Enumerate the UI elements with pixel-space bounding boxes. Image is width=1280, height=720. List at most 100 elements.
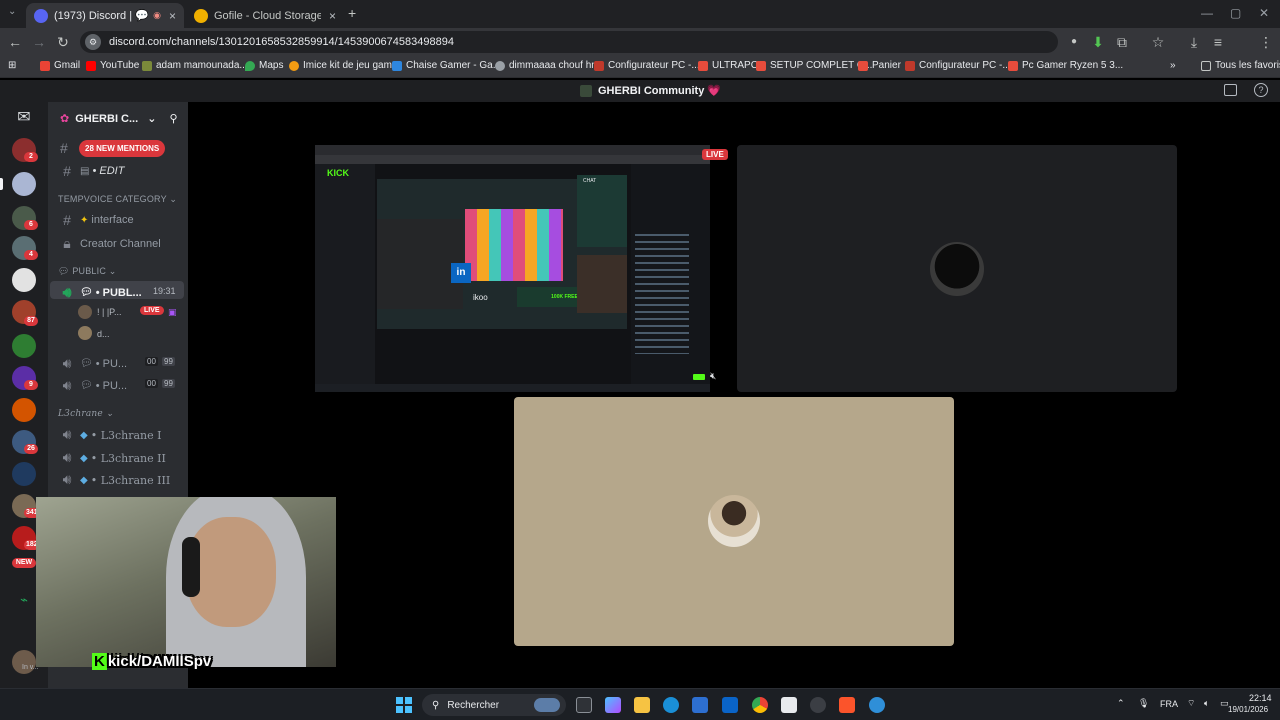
mail-icon[interactable]	[722, 697, 738, 713]
apps-grid-icon[interactable]: ⊞	[8, 60, 16, 71]
tab-title: (1973) Discord | 💬 •PUBLI…	[54, 10, 149, 22]
member-name[interactable]: ! | |P...	[97, 307, 122, 317]
reading-list-icon[interactable]: ≡	[1210, 34, 1226, 50]
chrome-icon[interactable]	[752, 697, 768, 713]
tab-list-chevron-icon[interactable]: ⌄	[8, 6, 16, 17]
server-icon[interactable]	[12, 398, 36, 422]
channel-interface[interactable]: # ✦ interface	[60, 212, 134, 228]
discord-title-bar: GHERBI Community 💗 ?	[0, 80, 1280, 102]
all-bookmarks[interactable]: Tous les favoris	[1201, 60, 1280, 71]
bookmark-dimmaaaa[interactable]: dimmaaaa chouf hna	[495, 60, 602, 71]
download-arrow-icon[interactable]: ⬇	[1090, 34, 1106, 50]
clock-date[interactable]: 19/01/2026	[1228, 705, 1268, 714]
menu-kebab-icon[interactable]: ⋮	[1258, 34, 1274, 50]
bookmark-configurateur-2[interactable]: Configurateur PC -...	[905, 60, 1011, 71]
app-icon[interactable]	[810, 697, 826, 713]
bookmark-youtube[interactable]: YouTube	[86, 60, 139, 71]
screen-share-tile[interactable]: KICK in ikoo 100K FREESPINS CHAT	[315, 145, 710, 392]
new-tab-button[interactable]: +	[348, 5, 356, 21]
speech-bubble-icon: 💬︎	[80, 380, 93, 391]
discord-home-icon[interactable]: ✉	[12, 106, 36, 130]
stream-preview-icon[interactable]: ▣	[168, 307, 177, 318]
bookmark-chaise[interactable]: Chaise Gamer - Ga...	[392, 60, 501, 71]
store-icon[interactable]	[692, 697, 708, 713]
taskbar-search[interactable]: ⚲ Rechercher	[422, 694, 566, 716]
speaker-icon[interactable]: 🔈︎	[1204, 698, 1209, 709]
extension-icon[interactable]: ●	[1066, 34, 1082, 50]
category-tempvoice[interactable]: TEMPVOICE CATEGORY ⌄	[58, 194, 177, 205]
member-name[interactable]: d...	[97, 329, 110, 339]
guild-header[interactable]: ✿ GHERBI C... ⌄ ⚲	[60, 112, 178, 125]
channel-public-3[interactable]: 🔊︎ 💬︎ • PU...	[60, 377, 127, 394]
channel-edit[interactable]: # ▤ • EDIT	[60, 163, 124, 179]
forward-icon[interactable]: →	[31, 34, 47, 50]
participant-tile[interactable]	[737, 145, 1177, 392]
close-window-icon[interactable]: ✕	[1259, 6, 1269, 20]
more-bookmarks-chevron-icon[interactable]: »	[1170, 60, 1176, 71]
bookmark-configurateur-1[interactable]: Configurateur PC -...	[594, 60, 700, 71]
speech-bubble-icon: 💬︎	[80, 358, 93, 369]
file-explorer-icon[interactable]	[634, 697, 650, 713]
tab-gofile[interactable]: Gofile - Cloud Storage Made S… ×	[186, 3, 344, 28]
inbox-icon[interactable]	[1224, 84, 1237, 96]
category-l3chrane[interactable]: L3chrane ⌄	[58, 409, 114, 419]
server-icon[interactable]	[12, 172, 36, 196]
channel-creator[interactable]: 🔒︎ Creator Channel	[60, 235, 160, 252]
help-icon[interactable]: ?	[1254, 83, 1268, 97]
channel-public-2[interactable]: 🔊︎ 💬︎ • PU...	[60, 355, 127, 372]
bookmark-setup[interactable]: SETUP COMPLET C...	[756, 60, 872, 71]
address-bar[interactable]: ⚙ discord.com/channels/13012016585328599…	[80, 31, 1058, 53]
bookmark-ultrapc[interactable]: ULTRAPC	[698, 60, 758, 71]
nested-taskbar	[315, 384, 710, 392]
copilot-icon[interactable]	[605, 697, 621, 713]
reload-icon[interactable]: ↻	[55, 34, 71, 50]
wifi-icon[interactable]: ⌔	[1187, 698, 1195, 709]
server-icon[interactable]	[12, 334, 36, 358]
show-hidden-icons-icon[interactable]: ⌃	[1117, 698, 1125, 709]
site-info-icon[interactable]: ⚙	[85, 34, 101, 50]
youtube-icon	[86, 60, 96, 71]
edge-icon[interactable]	[663, 697, 679, 713]
channel-l3chrane-1[interactable]: 🔊︎ ◆ • L3chrane I	[60, 427, 162, 443]
member-avatar[interactable]	[78, 326, 92, 340]
bookmark-imice[interactable]: Imice kit de jeu gam...	[289, 60, 400, 71]
server-icon[interactable]	[12, 268, 36, 292]
nested-address-bar	[315, 155, 710, 164]
participant-tile[interactable]	[514, 397, 954, 646]
rss-icon[interactable]: ⌁	[12, 588, 36, 612]
microphone-icon[interactable]: 🎙︎	[1138, 698, 1149, 709]
bookmark-pc-gamer[interactable]: Pc Gamer Ryzen 5 3...	[1008, 60, 1123, 71]
server-icon[interactable]	[12, 462, 36, 486]
volume-muted-icon[interactable]: 🔇︎	[710, 371, 716, 382]
channel-l3chrane-2[interactable]: 🔊︎ ◆ • L3chrane II	[60, 450, 166, 466]
bookmark-maps[interactable]: Maps	[245, 60, 283, 71]
bookmark-adam[interactable]: adam mamounada...	[142, 60, 248, 71]
terminal-icon[interactable]	[781, 697, 797, 713]
downloads-icon[interactable]: ⤓	[1186, 34, 1202, 50]
kick-chat	[631, 164, 710, 384]
favorites-icon[interactable]: ☆	[1150, 34, 1166, 50]
language-indicator[interactable]: FRA	[1160, 699, 1178, 709]
brave-icon[interactable]	[839, 697, 855, 713]
maximize-icon[interactable]: ▢	[1230, 6, 1241, 20]
channel-l3chrane-3[interactable]: 🔊︎ ◆ • L3chrane III	[60, 472, 171, 488]
close-tab-icon[interactable]: ×	[329, 9, 336, 23]
windows-start-icon[interactable]	[396, 697, 412, 713]
invite-people-icon[interactable]: ⚲	[170, 113, 178, 125]
tab-discord[interactable]: (1973) Discord | 💬 •PUBLI… ◉ ×	[26, 3, 184, 28]
channel-public-active[interactable]: 🔊︎ 💬︎ • PUBL...	[60, 284, 142, 301]
task-view-icon[interactable]	[576, 697, 592, 713]
clock-time[interactable]: 22:14	[1249, 693, 1272, 703]
bookmark-gmail[interactable]: Gmail	[40, 60, 80, 71]
member-avatar[interactable]	[78, 305, 92, 319]
category-public[interactable]: 💬︎ PUBLIC ⌄	[58, 266, 116, 277]
back-icon[interactable]: ←	[7, 34, 23, 50]
extensions-puzzle-icon[interactable]: ⧉	[1114, 34, 1130, 50]
speech-bubble-icon: 💬︎	[80, 287, 93, 298]
minimize-icon[interactable]: —	[1201, 6, 1213, 20]
new-mentions-pill[interactable]: 28 NEW MENTIONS	[79, 140, 166, 157]
app-icon[interactable]	[869, 697, 885, 713]
bookmark-panier[interactable]: Panier	[858, 60, 901, 71]
live-badge: LIVE	[140, 306, 164, 315]
close-tab-icon[interactable]: ×	[169, 9, 176, 23]
